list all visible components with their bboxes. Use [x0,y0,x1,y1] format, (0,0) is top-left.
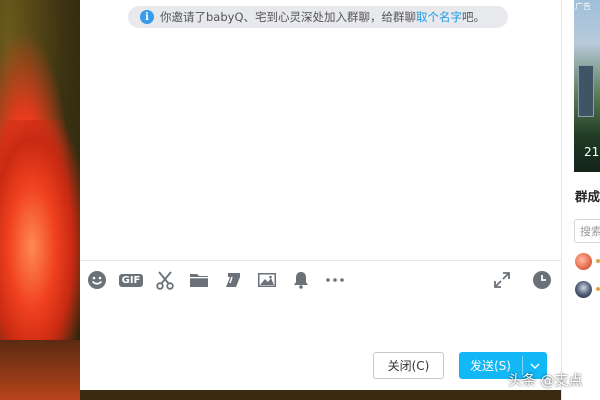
system-message: i 你邀请了babyQ、宅到心灵深处加入群聊，给群聊 取个名字 吧。 [128,6,508,28]
folder-icon[interactable] [188,269,210,291]
input-divider [80,260,561,261]
music-icon[interactable] [222,269,244,291]
ad-count: 218 [584,145,600,159]
member-item[interactable] [575,252,600,270]
rename-group-link[interactable]: 取个名字 [416,9,462,25]
ad-label: 广告 [575,2,591,11]
input-toolbar-right [473,268,553,292]
scissors-icon[interactable] [154,269,176,291]
member-badge [596,287,600,291]
system-message-suffix: 吧。 [462,10,486,24]
chat-window: i 你邀请了babyQ、宅到心灵深处加入群聊，给群聊 取个名字 吧。 GIF 关… [80,0,561,390]
group-side-panel: 广告 218 群成 搜索 [561,0,600,400]
wallpaper-flower [0,120,80,350]
gif-icon[interactable]: GIF [118,269,144,291]
avatar [575,280,592,298]
wallpaper-bottom [0,340,80,400]
bell-icon[interactable] [290,269,312,291]
gif-label: GIF [118,273,144,287]
member-search-input[interactable]: 搜索 [574,219,600,243]
expand-icon[interactable] [491,269,513,291]
ad-banner[interactable]: 广告 218 [574,0,600,172]
member-badge [596,259,600,263]
watermark: 头条 @支点 [508,373,583,389]
close-button[interactable]: 关闭(C) [373,352,444,379]
system-message-text: 你邀请了babyQ、宅到心灵深处加入群聊，给群聊 [160,10,417,24]
input-toolbar: GIF [86,268,358,292]
history-icon[interactable] [531,269,553,291]
ad-building-image [578,65,594,117]
emoji-icon[interactable] [86,269,108,291]
info-icon: i [140,10,154,24]
avatar [575,252,592,270]
group-members-title: 群成 [575,189,600,204]
image-icon[interactable] [256,269,278,291]
member-item[interactable] [575,280,600,298]
more-icon[interactable] [324,269,346,291]
